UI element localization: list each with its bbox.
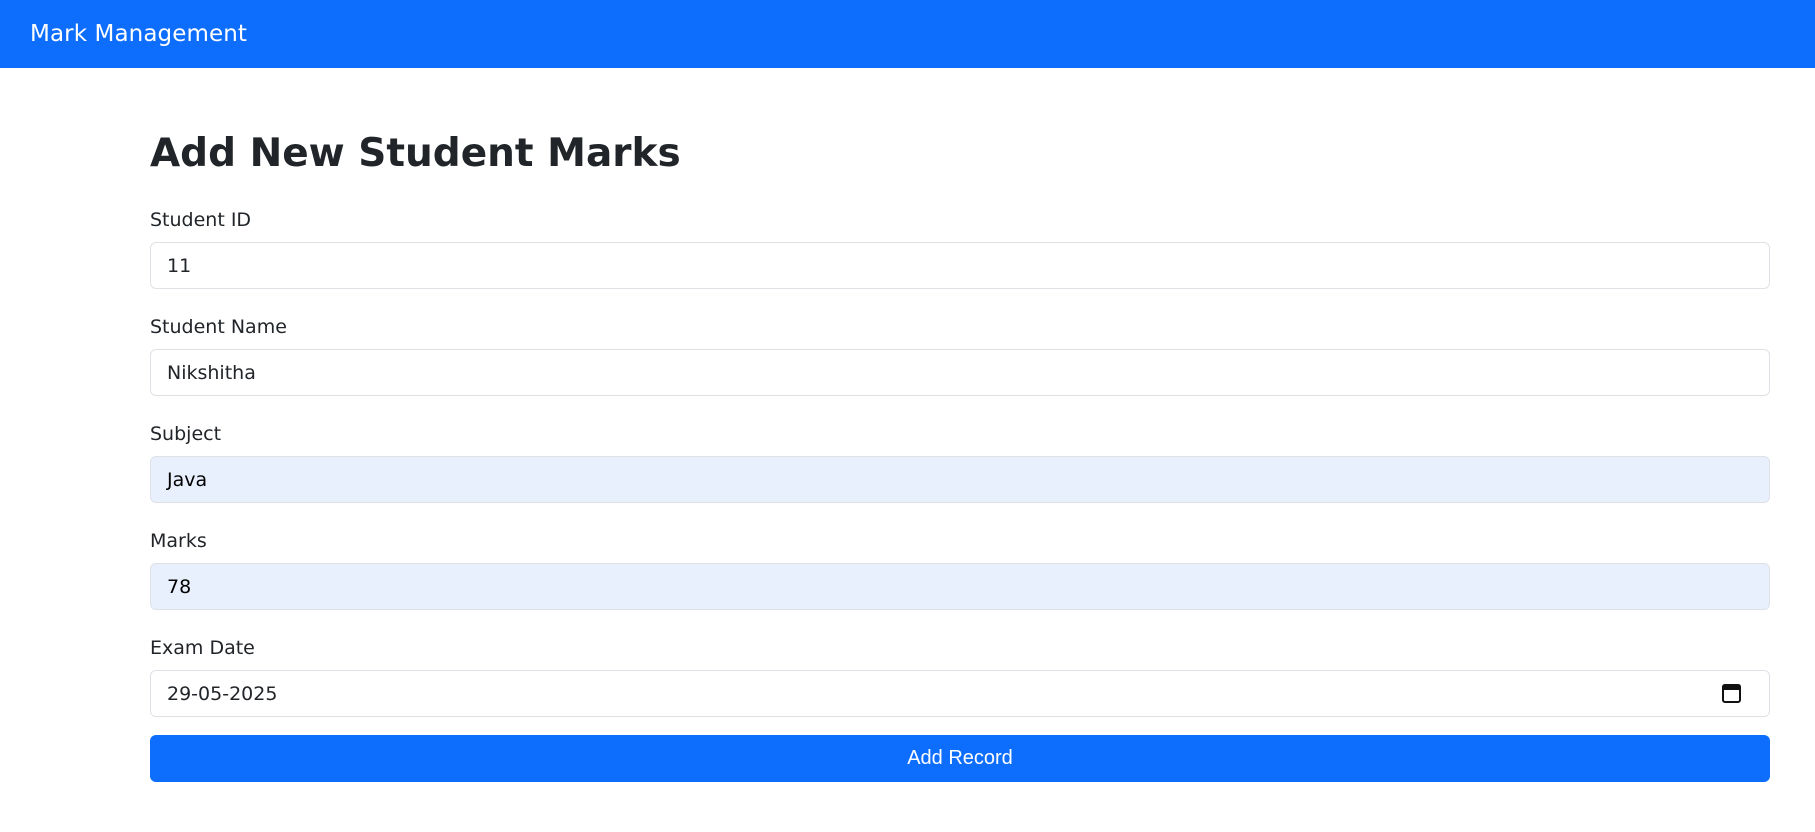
subject-label: Subject — [150, 423, 222, 445]
student-name-value: Nikshitha — [167, 361, 256, 384]
student-name-input[interactable]: Nikshitha — [150, 349, 1770, 396]
navbar-brand[interactable]: Mark Management — [30, 21, 247, 47]
student-name-label: Student Name — [150, 316, 287, 338]
marks-group: Marks 78 — [150, 529, 1770, 610]
subject-value: Java — [167, 468, 208, 491]
exam-date-value: 29-05-2025 — [167, 682, 278, 705]
exam-date-label: Exam Date — [150, 637, 255, 659]
exam-date-input[interactable]: 29-05-2025 — [150, 670, 1770, 717]
exam-date-group: Exam Date 29-05-2025 — [150, 636, 1770, 717]
marks-value: 78 — [167, 575, 192, 598]
page-title: Add New Student Marks — [150, 131, 681, 176]
student-id-group: Student ID 11 — [150, 208, 1770, 289]
student-id-label: Student ID — [150, 209, 252, 231]
main-container: Add New Student Marks Student ID 11 Stud… — [150, 124, 1770, 782]
marks-input[interactable]: 78 — [150, 563, 1770, 610]
student-id-value: 11 — [167, 254, 192, 277]
subject-input[interactable]: Java — [150, 456, 1770, 503]
subject-group: Subject Java — [150, 422, 1770, 503]
student-name-group: Student Name Nikshitha — [150, 315, 1770, 396]
student-id-input[interactable]: 11 — [150, 242, 1770, 289]
calendar-icon[interactable] — [1722, 684, 1741, 703]
add-record-button[interactable]: Add Record — [150, 735, 1770, 782]
marks-label: Marks — [150, 530, 207, 552]
navbar: Mark Management — [0, 0, 1815, 68]
